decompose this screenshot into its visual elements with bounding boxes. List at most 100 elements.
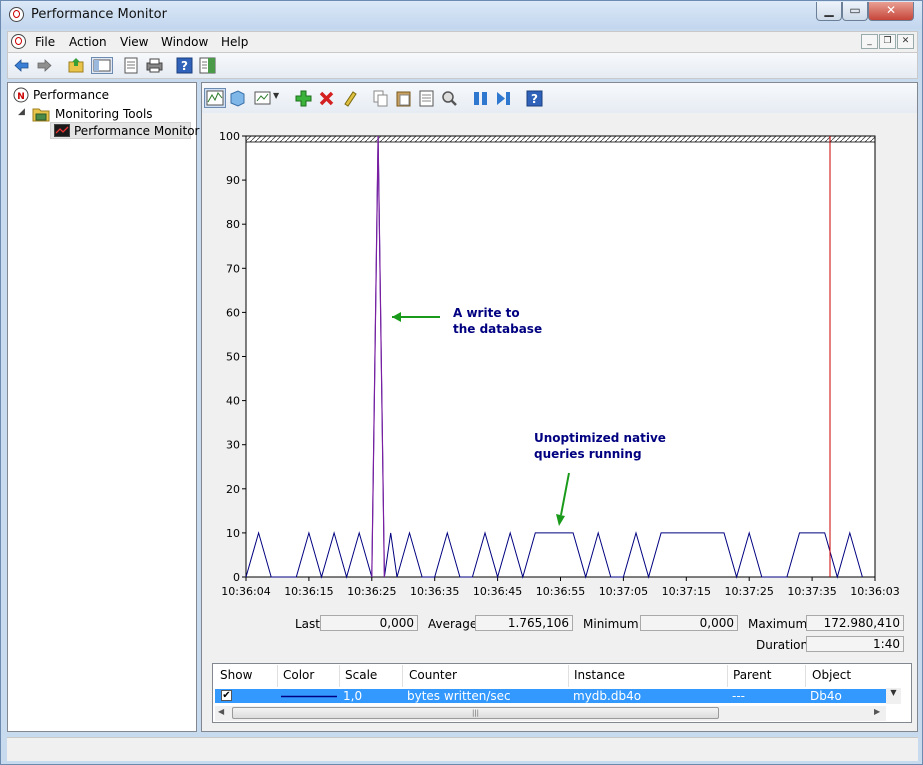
help-icon[interactable]: ? [176,57,193,74]
column-header-show[interactable]: Show [220,668,252,682]
forward-arrow-icon[interactable] [36,57,53,74]
grid-vertical-scroll-down[interactable]: ▼ [886,688,901,704]
performance-monitor-icon [54,124,70,137]
freeze-display-icon[interactable] [472,90,489,107]
series-color-swatch [281,695,337,698]
column-header-parent[interactable]: Parent [733,668,771,682]
cell-parent: --- [732,689,745,703]
y-tick-label: 30 [226,439,240,452]
main-toolbar: ? [7,53,918,79]
y-tick-label: 70 [226,262,240,275]
menu-file[interactable]: File [35,35,55,49]
zoom-icon[interactable] [441,90,458,107]
menu-help[interactable]: Help [221,35,248,49]
properties-icon[interactable] [418,90,435,107]
status-bar [7,737,918,761]
x-tick-label: 10:37:05 [599,585,648,598]
x-tick-label: 10:36:25 [347,585,396,598]
highlight-icon[interactable] [341,90,358,107]
mdi-minimize-button[interactable]: _ [861,34,878,49]
perfmon-icon: N [13,87,29,103]
perfmon-help-icon[interactable]: ? [526,90,543,107]
menu-window[interactable]: Window [161,35,208,49]
column-header-instance[interactable]: Instance [574,668,625,682]
x-tick-label: 10:36:55 [536,585,585,598]
overflow-band [245,135,876,143]
tree-label-performance-monitor: Performance Monitor [74,124,200,138]
perfmon-toolbar: ▼ ? [202,83,917,113]
update-data-icon[interactable] [495,90,512,107]
cell-scale: 1,0 [343,689,363,703]
up-folder-icon[interactable] [68,57,85,74]
column-header-counter[interactable]: Counter [409,668,457,682]
x-tick-label: 10:37:35 [787,585,836,598]
mdi-close-button[interactable]: ✕ [897,34,914,49]
queries-annotation: Unoptimized native queries running [534,431,666,461]
y-tick-label: 90 [226,174,240,187]
tree-label-performance: Performance [33,88,110,102]
maximum-label: Maximum [748,617,808,631]
main-window: Performance Monitor ▁ ▭ ✕ File Action Vi… [0,0,923,765]
x-tick-label: 10:36:45 [473,585,522,598]
cell-instance: mydb.db4o [573,689,642,703]
maximum-value: 172.980,410 [806,615,904,631]
mdi-restore-button[interactable]: ❐ [879,34,896,49]
x-tick-label: 10:36:35 [410,585,459,598]
scroll-left-arrow-icon[interactable]: ◀ [218,707,224,716]
collapse-triangle-icon[interactable]: ◢ [18,107,25,117]
scroll-thumb[interactable]: ||| [232,707,719,719]
column-header-scale[interactable]: Scale [345,668,377,682]
maximize-button[interactable]: ▭ [842,2,868,21]
column-header-color[interactable]: Color [283,668,314,682]
y-tick-label: 10 [226,527,240,540]
counter-legend-grid: Show Color Scale Counter Instance Parent… [212,663,912,723]
duration-value: 1:40 [806,636,904,652]
menu-view[interactable]: View [120,35,148,49]
minimize-button[interactable]: ▁ [816,2,842,21]
performance-chart[interactable]: 0102030405060708090100 10:36:04 10:36:15 1… [202,115,917,603]
grid-horizontal-scrollbar[interactable]: ◀ ||| ▶ [215,706,886,721]
cell-counter: bytes written/sec [407,689,511,703]
paste-counter-list-icon[interactable] [395,90,412,107]
console-tree: N Performance ◢ Monitoring Tools Perform… [7,82,199,732]
performance-monitor-pane: ▼ ? 0 10 20 30 40 50 60 70 80 90 100 10:36:04 10:36… [201,82,918,732]
show-checkbox[interactable]: ✔ [221,690,232,701]
average-value: 1.765,106 [475,615,573,631]
tree-item-performance-monitor[interactable]: Performance Monitor [50,122,199,139]
perfmon-app-icon [9,7,24,22]
svg-text:N: N [17,92,25,102]
counter-row[interactable]: ✔ 1,0 bytes written/sec mydb.db4o --- Db… [215,689,886,703]
y-tick-label: 20 [226,483,240,496]
export-list-icon[interactable] [123,57,140,74]
view-log-data-icon[interactable] [229,90,246,107]
y-tick-label: 100 [219,130,240,143]
x-tick-label: 10:36:04 [221,585,270,598]
change-graph-type-icon[interactable] [254,90,271,107]
tree-label-monitoring-tools: Monitoring Tools [55,107,153,121]
show-hide-console-tree-icon[interactable] [91,57,113,74]
menu-bar: File Action View Window Help _ ❐ ✕ [7,31,918,53]
y-axis: 0 10 20 30 40 50 60 70 80 90 100 [219,130,246,584]
close-button[interactable]: ✕ [868,2,914,21]
back-arrow-icon[interactable] [13,57,30,74]
delete-counter-icon[interactable] [318,90,335,107]
column-header-object[interactable]: Object [812,668,851,682]
y-tick-label: 60 [226,306,240,319]
copy-properties-icon[interactable] [372,90,389,107]
graph-type-dropdown-icon[interactable]: ▼ [273,91,290,108]
scroll-right-arrow-icon[interactable]: ▶ [874,707,880,716]
system-menu-icon[interactable] [11,34,26,49]
view-current-activity-icon[interactable] [204,88,226,108]
add-counter-icon[interactable] [295,90,312,107]
y-tick-label: 0 [233,571,240,584]
svg-text:?: ? [181,59,188,73]
menu-action[interactable]: Action [69,35,107,49]
y-tick-label: 80 [226,218,240,231]
show-action-pane-icon[interactable] [199,57,216,74]
x-tick-label: 10:36:03 [850,585,899,598]
print-icon[interactable] [146,57,163,74]
y-tick-label: 50 [226,351,240,364]
average-label: Average [428,617,478,631]
plot-area [245,135,876,578]
title-bar[interactable]: Performance Monitor ▁ ▭ ✕ [1,1,922,29]
